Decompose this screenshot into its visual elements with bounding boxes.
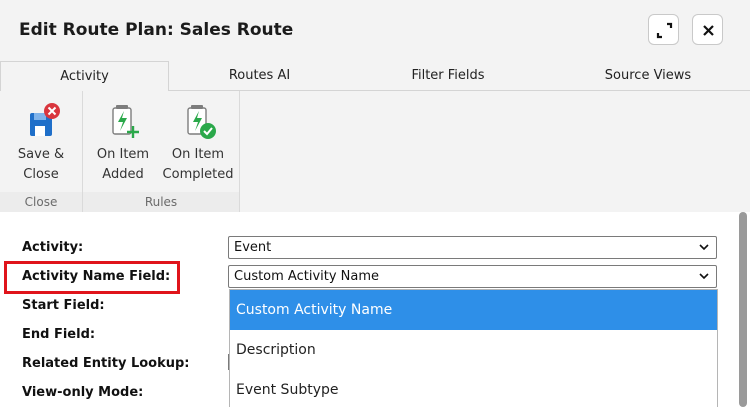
activity-name-dropdown-list: Custom Activity Name Description Event S… bbox=[229, 289, 718, 407]
vertical-scrollbar[interactable] bbox=[739, 212, 747, 407]
ribbon-group-label-close: Close bbox=[0, 192, 82, 212]
view-only-mode-label: View-only Mode: bbox=[22, 385, 144, 400]
dropdown-option[interactable]: Description bbox=[230, 330, 717, 370]
tab-routes-ai[interactable]: Routes AI bbox=[169, 61, 350, 91]
save-close-button[interactable]: Save & Close bbox=[5, 101, 77, 185]
dialog-titlebar: Edit Route Plan: Sales Route bbox=[0, 0, 750, 61]
on-item-added-button[interactable]: On Item Added bbox=[89, 101, 157, 185]
save-close-icon bbox=[30, 103, 60, 136]
on-item-completed-label-line2: Completed bbox=[162, 167, 234, 182]
tab-source-views[interactable]: Source Views bbox=[546, 61, 750, 91]
on-item-added-label-line1: On Item bbox=[96, 147, 150, 162]
close-button[interactable] bbox=[692, 14, 723, 45]
ribbon-group-close: Save & Close Close bbox=[0, 91, 82, 212]
save-close-label-line2: Close bbox=[23, 167, 59, 182]
start-field-label: Start Field: bbox=[22, 298, 105, 313]
activity-select[interactable]: Event bbox=[228, 236, 717, 259]
dialog-title: Edit Route Plan: Sales Route bbox=[19, 20, 294, 40]
rule-added-icon bbox=[112, 105, 139, 138]
maximize-button[interactable] bbox=[648, 14, 679, 45]
save-close-label-line1: Save & bbox=[17, 147, 65, 162]
activity-name-field-select[interactable]: Custom Activity Name bbox=[228, 265, 717, 288]
related-entity-lookup-label: Related Entity Lookup: bbox=[22, 356, 190, 371]
tab-filter-fields[interactable]: Filter Fields bbox=[350, 61, 546, 91]
close-icon bbox=[703, 25, 714, 36]
tab-bar: Activity Routes AI Filter Fields Source … bbox=[0, 61, 750, 92]
chevron-down-icon bbox=[699, 244, 709, 251]
dropdown-option[interactable]: Custom Activity Name bbox=[230, 290, 717, 330]
on-item-completed-button[interactable]: On Item Completed bbox=[159, 101, 237, 185]
rule-completed-icon bbox=[187, 105, 216, 139]
ribbon-separator bbox=[239, 91, 240, 212]
activity-select-value: Event bbox=[234, 240, 272, 255]
on-item-added-label: On Item Added bbox=[89, 145, 157, 185]
ribbon: Save & Close Close On Item Added On Item… bbox=[0, 91, 750, 212]
ribbon-group-rules: On Item Added On Item Completed Rules bbox=[83, 91, 239, 212]
dropdown-option[interactable]: Event Subtype bbox=[230, 370, 717, 407]
end-field-label: End Field: bbox=[22, 327, 96, 342]
on-item-completed-label-line1: On Item bbox=[171, 147, 225, 162]
save-close-label: Save & Close bbox=[5, 145, 77, 185]
expand-icon bbox=[656, 22, 673, 39]
on-item-added-label-line2: Added bbox=[102, 167, 144, 182]
tab-activity[interactable]: Activity bbox=[0, 61, 169, 92]
chevron-down-icon bbox=[699, 273, 709, 280]
activity-field-label: Activity: bbox=[22, 240, 84, 255]
on-item-completed-label: On Item Completed bbox=[159, 145, 237, 185]
ribbon-group-label-rules: Rules bbox=[83, 192, 239, 212]
activity-name-field-select-value: Custom Activity Name bbox=[234, 269, 380, 284]
highlight-box bbox=[4, 261, 180, 294]
